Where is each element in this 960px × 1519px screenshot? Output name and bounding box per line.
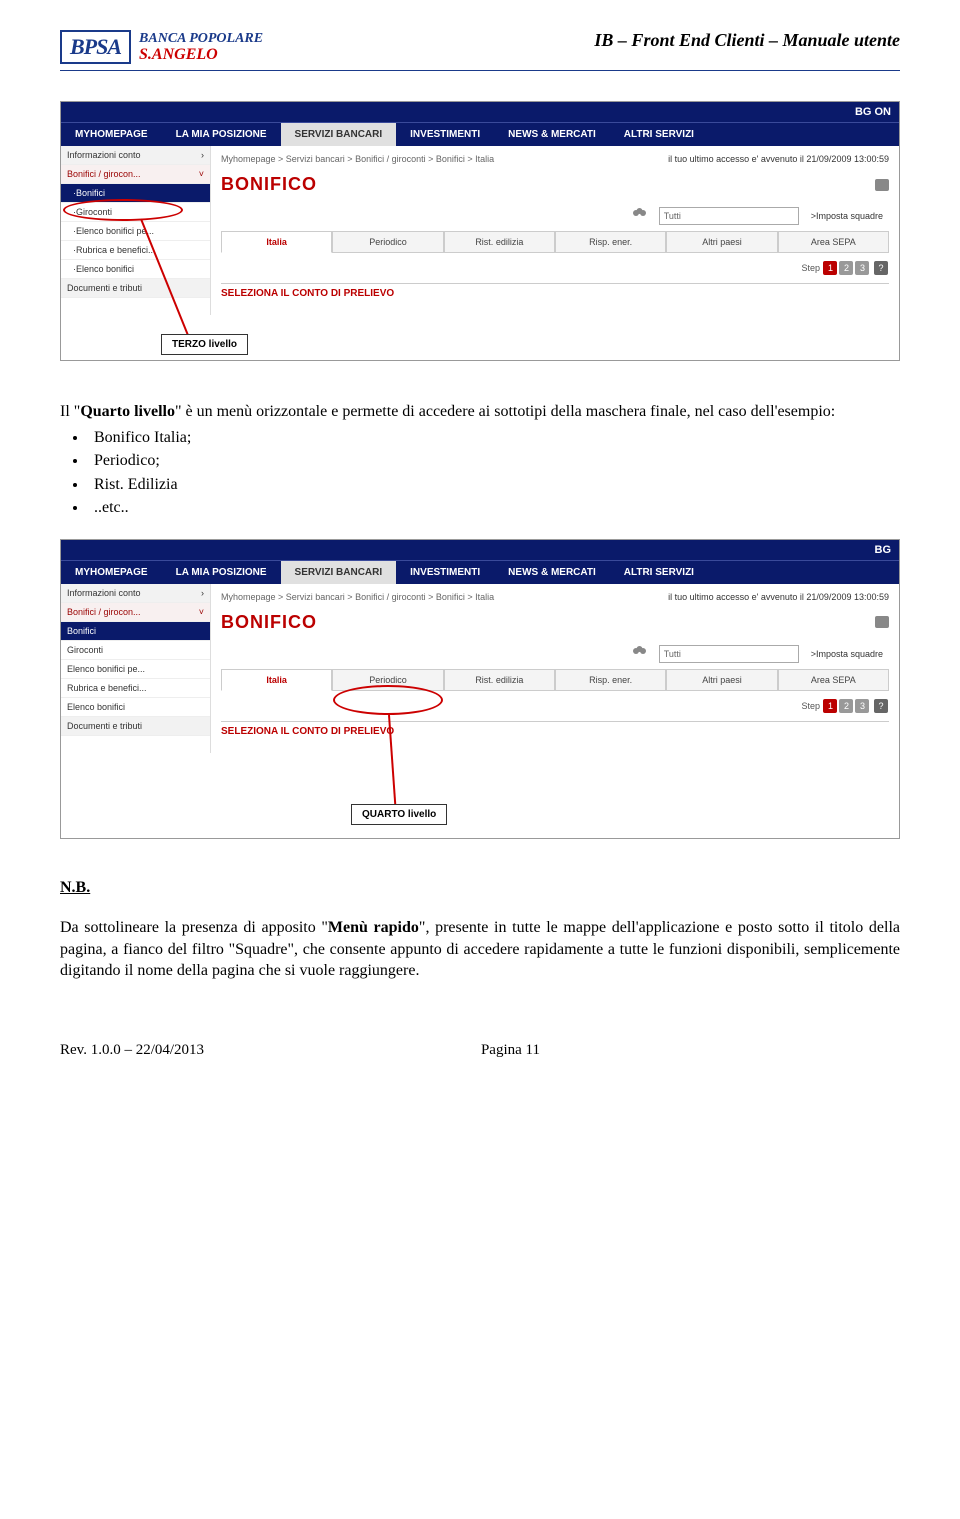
sidebar-elenco-pe[interactable]: Elenco bonifici pe... (61, 660, 210, 679)
print-icon[interactable] (875, 616, 889, 628)
list-item: Periodico; (88, 450, 900, 472)
brand-bar: BG ON (61, 102, 899, 122)
tab-periodico[interactable]: Periodico (332, 670, 443, 691)
breadcrumb: Myhomepage > Servizi bancari > Bonifici … (221, 150, 889, 168)
sidebar-elenco[interactable]: ·Elenco bonifici (61, 260, 210, 279)
last-access: il tuo ultimo accesso e' avvenuto il 21/… (668, 154, 889, 164)
sidebar-documenti[interactable]: Documenti e tributi (61, 279, 210, 298)
people-icon (633, 646, 653, 662)
menu-servizi-bancari[interactable]: SERVIZI BANCARI (281, 123, 397, 146)
sidebar-bonifici[interactable]: Bonifici (61, 622, 210, 641)
tab-rist-edilizia[interactable]: Rist. edilizia (444, 670, 555, 691)
sub-tabs: Italia Periodico Rist. edilizia Risp. en… (221, 669, 889, 691)
menu-myhomepage[interactable]: MYHOMEPAGE (61, 561, 162, 584)
tab-altri-paesi[interactable]: Altri paesi (666, 232, 777, 253)
header-rule (60, 70, 900, 71)
sidebar: Informazioni conto› Bonifici / girocon..… (61, 584, 211, 753)
logo: BPSA BANCA POPOLARE S.ANGELO (60, 30, 263, 64)
page-header: BPSA BANCA POPOLARE S.ANGELO IB – Front … (60, 30, 900, 64)
step-indicator: Step 123 ? (221, 253, 889, 283)
tab-area-sepa[interactable]: Area SEPA (778, 670, 889, 691)
page-title: BONIFICO (221, 606, 317, 639)
menu-altri[interactable]: ALTRI SERVIZI (610, 561, 708, 584)
page-number: Pagina 11 (481, 1042, 540, 1059)
menu-myhomepage[interactable]: MYHOMEPAGE (61, 123, 162, 146)
breadcrumb-path: Myhomepage > Servizi bancari > Bonifici … (221, 592, 494, 602)
menu-news[interactable]: NEWS & MERCATI (494, 561, 610, 584)
logo-text: BANCA POPOLARE S.ANGELO (139, 31, 263, 64)
last-access: il tuo ultimo accesso e' avvenuto il 21/… (668, 592, 889, 602)
main-menu: MYHOMEPAGE LA MIA POSIZIONE SERVIZI BANC… (61, 560, 899, 584)
sidebar-info-conto[interactable]: Informazioni conto› (61, 146, 210, 165)
menu-news[interactable]: NEWS & MERCATI (494, 123, 610, 146)
page-footer: Rev. 1.0.0 – 22/04/2013 Pagina 11 (60, 1042, 900, 1059)
tab-risp-ener[interactable]: Risp. ener. (555, 232, 666, 253)
sub-tabs: Italia Periodico Rist. edilizia Risp. en… (221, 231, 889, 253)
tab-italia[interactable]: Italia (221, 232, 332, 253)
squadre-filter-input[interactable] (659, 207, 799, 225)
step-indicator: Step 123 ? (221, 691, 889, 721)
page-title: BONIFICO (221, 168, 317, 201)
sidebar-documenti[interactable]: Documenti e tributi (61, 717, 210, 736)
menu-posizione[interactable]: LA MIA POSIZIONE (162, 123, 281, 146)
brand-bar: BG (61, 540, 899, 560)
tab-area-sepa[interactable]: Area SEPA (778, 232, 889, 253)
tab-altri-paesi[interactable]: Altri paesi (666, 670, 777, 691)
nb-heading: N.B. (60, 879, 900, 897)
quick-bar: >Imposta squadre (221, 639, 889, 669)
bullet-list: Bonifico Italia; Periodico; Rist. Ediliz… (88, 427, 900, 519)
screenshot-quarto-livello: BG MYHOMEPAGE LA MIA POSIZIONE SERVIZI B… (60, 539, 900, 839)
revision: Rev. 1.0.0 – 22/04/2013 (60, 1042, 204, 1059)
menu-altri[interactable]: ALTRI SERVIZI (610, 123, 708, 146)
people-icon (633, 208, 653, 224)
sidebar: Informazioni conto› Bonifici / girocon..… (61, 146, 211, 315)
sidebar-rubrica[interactable]: Rubrica e benefici... (61, 679, 210, 698)
imposta-squadre-button[interactable]: >Imposta squadre (805, 209, 889, 223)
sidebar-bonifici-cat[interactable]: Bonifici / girocon...˅ (61, 165, 210, 184)
sidebar-bonifici[interactable]: ·Bonifici (61, 184, 210, 203)
annotation-label-terzo: TERZO livello (161, 334, 248, 355)
squadre-filter-input[interactable] (659, 645, 799, 663)
list-item: Bonifico Italia; (88, 427, 900, 449)
screenshot-terzo-livello: BG ON MYHOMEPAGE LA MIA POSIZIONE SERVIZ… (60, 101, 900, 361)
print-icon[interactable] (875, 179, 889, 191)
quick-bar: >Imposta squadre (221, 201, 889, 231)
doc-title: IB – Front End Clienti – Manuale utente (594, 30, 900, 51)
selection-header: SELEZIONA IL CONTO DI PRELIEVO (221, 721, 889, 745)
nb-paragraph: Da sottolineare la presenza di apposito … (60, 917, 900, 982)
menu-investimenti[interactable]: INVESTIMENTI (396, 561, 494, 584)
main-menu: MYHOMEPAGE LA MIA POSIZIONE SERVIZI BANC… (61, 122, 899, 146)
menu-servizi-bancari[interactable]: SERVIZI BANCARI (281, 561, 397, 584)
breadcrumb: Myhomepage > Servizi bancari > Bonifici … (221, 588, 889, 606)
tab-rist-edilizia[interactable]: Rist. edilizia (444, 232, 555, 253)
sidebar-rubrica[interactable]: ·Rubrica e benefici... (61, 241, 210, 260)
menu-posizione[interactable]: LA MIA POSIZIONE (162, 561, 281, 584)
tab-italia[interactable]: Italia (221, 670, 332, 691)
sidebar-bonifici-cat[interactable]: Bonifici / girocon...˅ (61, 603, 210, 622)
tab-risp-ener[interactable]: Risp. ener. (555, 670, 666, 691)
sidebar-elenco[interactable]: Elenco bonifici (61, 698, 210, 717)
selection-header: SELEZIONA IL CONTO DI PRELIEVO (221, 283, 889, 307)
sidebar-giroconti[interactable]: ·Giroconti (61, 203, 210, 222)
logo-badge: BPSA (60, 30, 131, 64)
imposta-squadre-button[interactable]: >Imposta squadre (805, 647, 889, 661)
menu-investimenti[interactable]: INVESTIMENTI (396, 123, 494, 146)
annotation-label-quarto: QUARTO livello (351, 804, 447, 825)
list-item: ..etc.. (88, 497, 900, 519)
sidebar-elenco-pe[interactable]: ·Elenco bonifici pe... (61, 222, 210, 241)
paragraph-quarto-livello: Il "Quarto livello" è un menù orizzontal… (60, 401, 900, 519)
breadcrumb-path: Myhomepage > Servizi bancari > Bonifici … (221, 154, 494, 164)
sidebar-info-conto[interactable]: Informazioni conto› (61, 584, 210, 603)
tab-periodico[interactable]: Periodico (332, 232, 443, 253)
sidebar-giroconti[interactable]: Giroconti (61, 641, 210, 660)
list-item: Rist. Edilizia (88, 474, 900, 496)
